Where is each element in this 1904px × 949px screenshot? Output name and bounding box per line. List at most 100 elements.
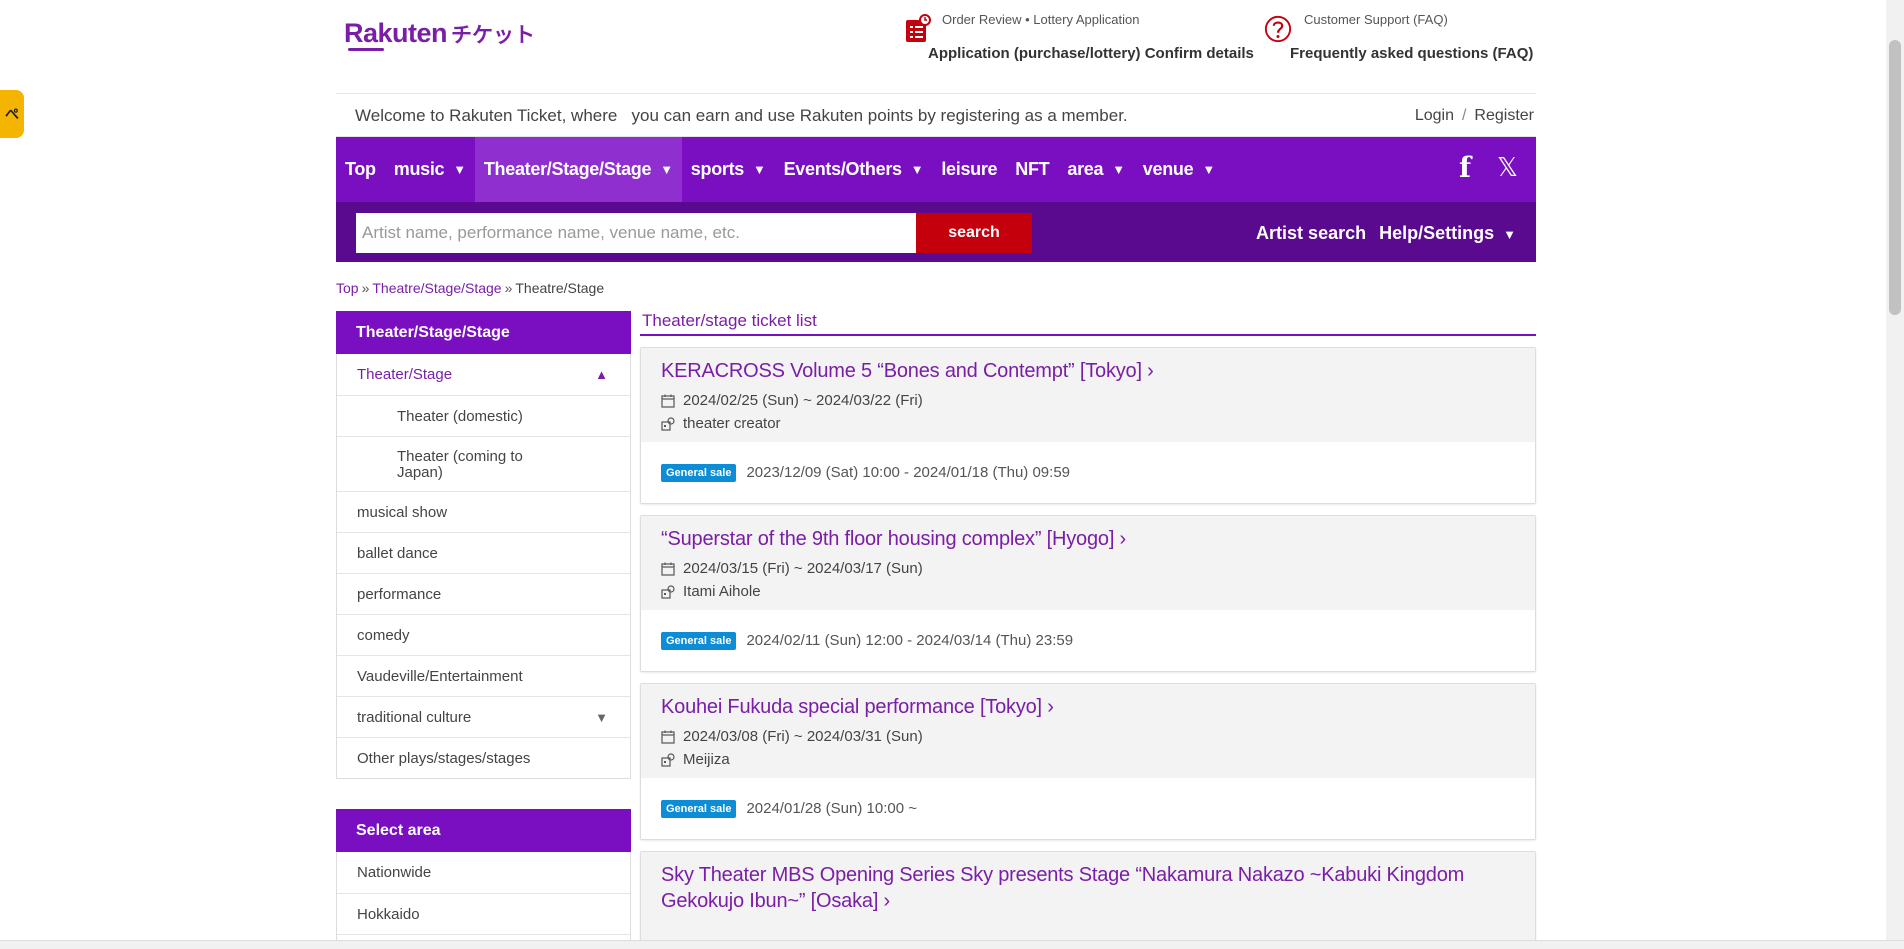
search-button[interactable]: search [916,213,1032,253]
login-link[interactable]: Login [1415,107,1454,124]
nav-music[interactable]: music ▼ [385,137,475,202]
sidebar-item-label: Theater/Stage [357,366,453,383]
rakuten-ticket-logo[interactable]: Rakuten チケット [344,18,535,49]
nav-theater[interactable]: Theater/Stage/Stage ▼ [474,137,682,202]
breadcrumb-current: Theatre/Stage [515,280,605,296]
x-twitter-icon[interactable]: 𝕏 [1497,152,1518,183]
card-title-line: Gekokujo Ibun~” [Osaka] › [661,890,891,912]
breadcrumb-mid[interactable]: Theatre/Stage/Stage [372,280,501,296]
general-sale-badge: General sale [661,631,737,650]
breadcrumb-top[interactable]: Top [336,280,359,296]
search-right-links: Artist search Help/Settings ▼ [1256,223,1516,244]
welcome-message: Welcome to Rakuten Ticket, where you can… [355,106,1128,125]
auth-links: Login / Register [1415,107,1534,125]
card-top: “Superstar of the 9th floor housing comp… [641,516,1535,610]
nav-nft[interactable]: NFT [1006,137,1058,202]
nav-top[interactable]: Top [336,137,385,202]
logo-text: Rakuten [344,18,448,48]
sidebar-heading: Theater/Stage/Stage [336,311,631,354]
caret-down-icon: ▼ [1112,162,1125,177]
sidebar-item-vaudeville[interactable]: Vaudeville/Entertainment [337,655,630,696]
nav-label: Top [345,159,376,179]
card-title-link[interactable]: Kouhei Fukuda special performance [Tokyo… [661,694,1515,720]
customer-support-link[interactable]: Customer Support (FAQ) Frequently asked … [1264,12,1533,62]
nav-events[interactable]: Events/Others ▼ [775,137,933,202]
sidebar-item-traditional[interactable]: traditional culture ▼ [337,696,630,737]
help-settings-menu[interactable]: Help/Settings ▼ [1379,223,1516,244]
order-list-icon [906,14,931,42]
general-sale-badge: General sale [661,799,737,818]
auth-separator: / [1461,107,1467,124]
side-tab-glyph: ぺ [5,106,19,122]
area-heading: Select area [336,809,631,852]
nav-label: area [1067,159,1104,179]
header: Rakuten チケット Order Review • Lottery Appl… [336,0,1536,94]
area-item-hokkaido[interactable]: Hokkaido [337,893,630,934]
caret-down-icon: ▼ [910,162,924,177]
card-top: Sky Theater MBS Opening Series Sky prese… [641,852,1535,944]
area-list: Nationwide Hokkaido [336,852,631,949]
card-sale: General sale 2023/12/09 (Sat) 10:00 - 20… [641,442,1535,503]
card-title-link[interactable]: KERACROSS Volume 5 “Bones and Contempt” … [661,358,1515,384]
nav-venue[interactable]: venue ▼ [1134,137,1224,202]
nav-area[interactable]: area ▼ [1058,137,1133,202]
card-top: Kouhei Fukuda special performance [Tokyo… [641,684,1535,778]
card-title-link[interactable]: Sky Theater MBS Opening Series Sky prese… [661,862,1515,914]
sidebar-item-label: Other plays/stages/stages [357,750,531,767]
card-venue: Itami Aihole [661,583,1515,600]
sale-period: 2023/12/09 (Sat) 10:00 - 2024/01/18 (Thu… [746,464,1070,481]
register-link[interactable]: Register [1474,107,1534,124]
help-settings-label: Help/Settings [1379,223,1495,243]
card-dates-text: 2024/02/25 (Sun) ~ 2024/03/22 (Fri) [683,392,923,409]
sidebar-item-theater-coming[interactable]: Theater (coming to Japan) [337,436,630,491]
caret-down-icon: ▼ [753,162,766,177]
main-nav: Top music ▼ Theater/Stage/Stage ▼ sports ▼ … [336,137,1536,202]
nav-label: music [393,159,445,179]
nav-leisure[interactable]: leisure [932,137,1006,202]
search-input[interactable] [356,213,916,253]
sidebar-item-theater-domestic[interactable]: Theater (domestic) [337,395,630,436]
sidebar-item-performance[interactable]: performance [337,573,630,614]
side-floating-tab[interactable]: ぺ [0,90,24,138]
help-circle-icon [1264,15,1292,43]
card-title-line: Sky Theater MBS Opening Series Sky prese… [661,864,1465,886]
calendar-icon [661,730,675,744]
sidebar-item-label: Vaudeville/Entertainment [357,668,523,685]
sidebar-item-musical[interactable]: musical show [337,491,630,532]
caret-down-icon: ▼ [660,162,673,177]
sidebar-item-label: comedy [357,627,410,644]
card-sale: General sale 2024/02/11 (Sun) 12:00 - 20… [641,610,1535,671]
chevron-up-icon: ▲ [595,367,608,382]
card-sale: General sale 2024/01/28 (Sun) 10:00 ~ [641,778,1535,839]
nav-label: Events/Others [783,159,902,179]
bottom-bar [0,940,1904,949]
sidebar-item-label: ballet dance [357,545,438,562]
sidebar-item-theater-stage[interactable]: Theater/Stage ▲ [337,354,630,395]
artist-search-link[interactable]: Artist search [1256,223,1366,244]
scrollbar-thumb[interactable] [1889,40,1901,315]
sidebar-item-ballet[interactable]: ballet dance [337,532,630,573]
ticket-card: KERACROSS Volume 5 “Bones and Contempt” … [640,347,1536,504]
card-dates: 2024/03/15 (Fri) ~ 2024/03/17 (Sun) [661,560,1515,577]
card-dates-text: 2024/03/08 (Fri) ~ 2024/03/31 (Sun) [683,728,923,745]
sale-period: 2024/02/11 (Sun) 12:00 - 2024/03/14 (Thu… [746,632,1074,649]
order-review-link[interactable]: Order Review • Lottery Application Appli… [904,12,1254,62]
area-item-nationwide[interactable]: Nationwide [337,852,630,893]
customer-support-small: Customer Support (FAQ) [1304,12,1448,27]
general-sale-badge: General sale [661,463,737,482]
vertical-scrollbar[interactable] [1886,0,1904,940]
card-title-link[interactable]: “Superstar of the 9th floor housing comp… [661,526,1515,552]
area-item-label: Hokkaido [357,906,420,923]
breadcrumb-sep: » [361,280,370,296]
page: ぺ Rakuten チケット Order Review • Lottery Ap… [0,0,1904,949]
facebook-icon[interactable]: f [1459,151,1471,184]
card-dates: 2024/02/25 (Sun) ~ 2024/03/22 (Fri) [661,392,1515,409]
nav-label: venue [1142,159,1194,179]
nav-sports[interactable]: sports ▼ [682,137,775,202]
caret-down-icon: ▼ [1202,162,1215,177]
nav-label: sports [690,159,745,179]
sidebar-item-other[interactable]: Other plays/stages/stages [337,737,630,778]
sidebar-item-label: performance [357,586,442,603]
faq-big: Frequently asked questions (FAQ) [1290,45,1534,62]
sidebar-item-comedy[interactable]: comedy [337,614,630,655]
